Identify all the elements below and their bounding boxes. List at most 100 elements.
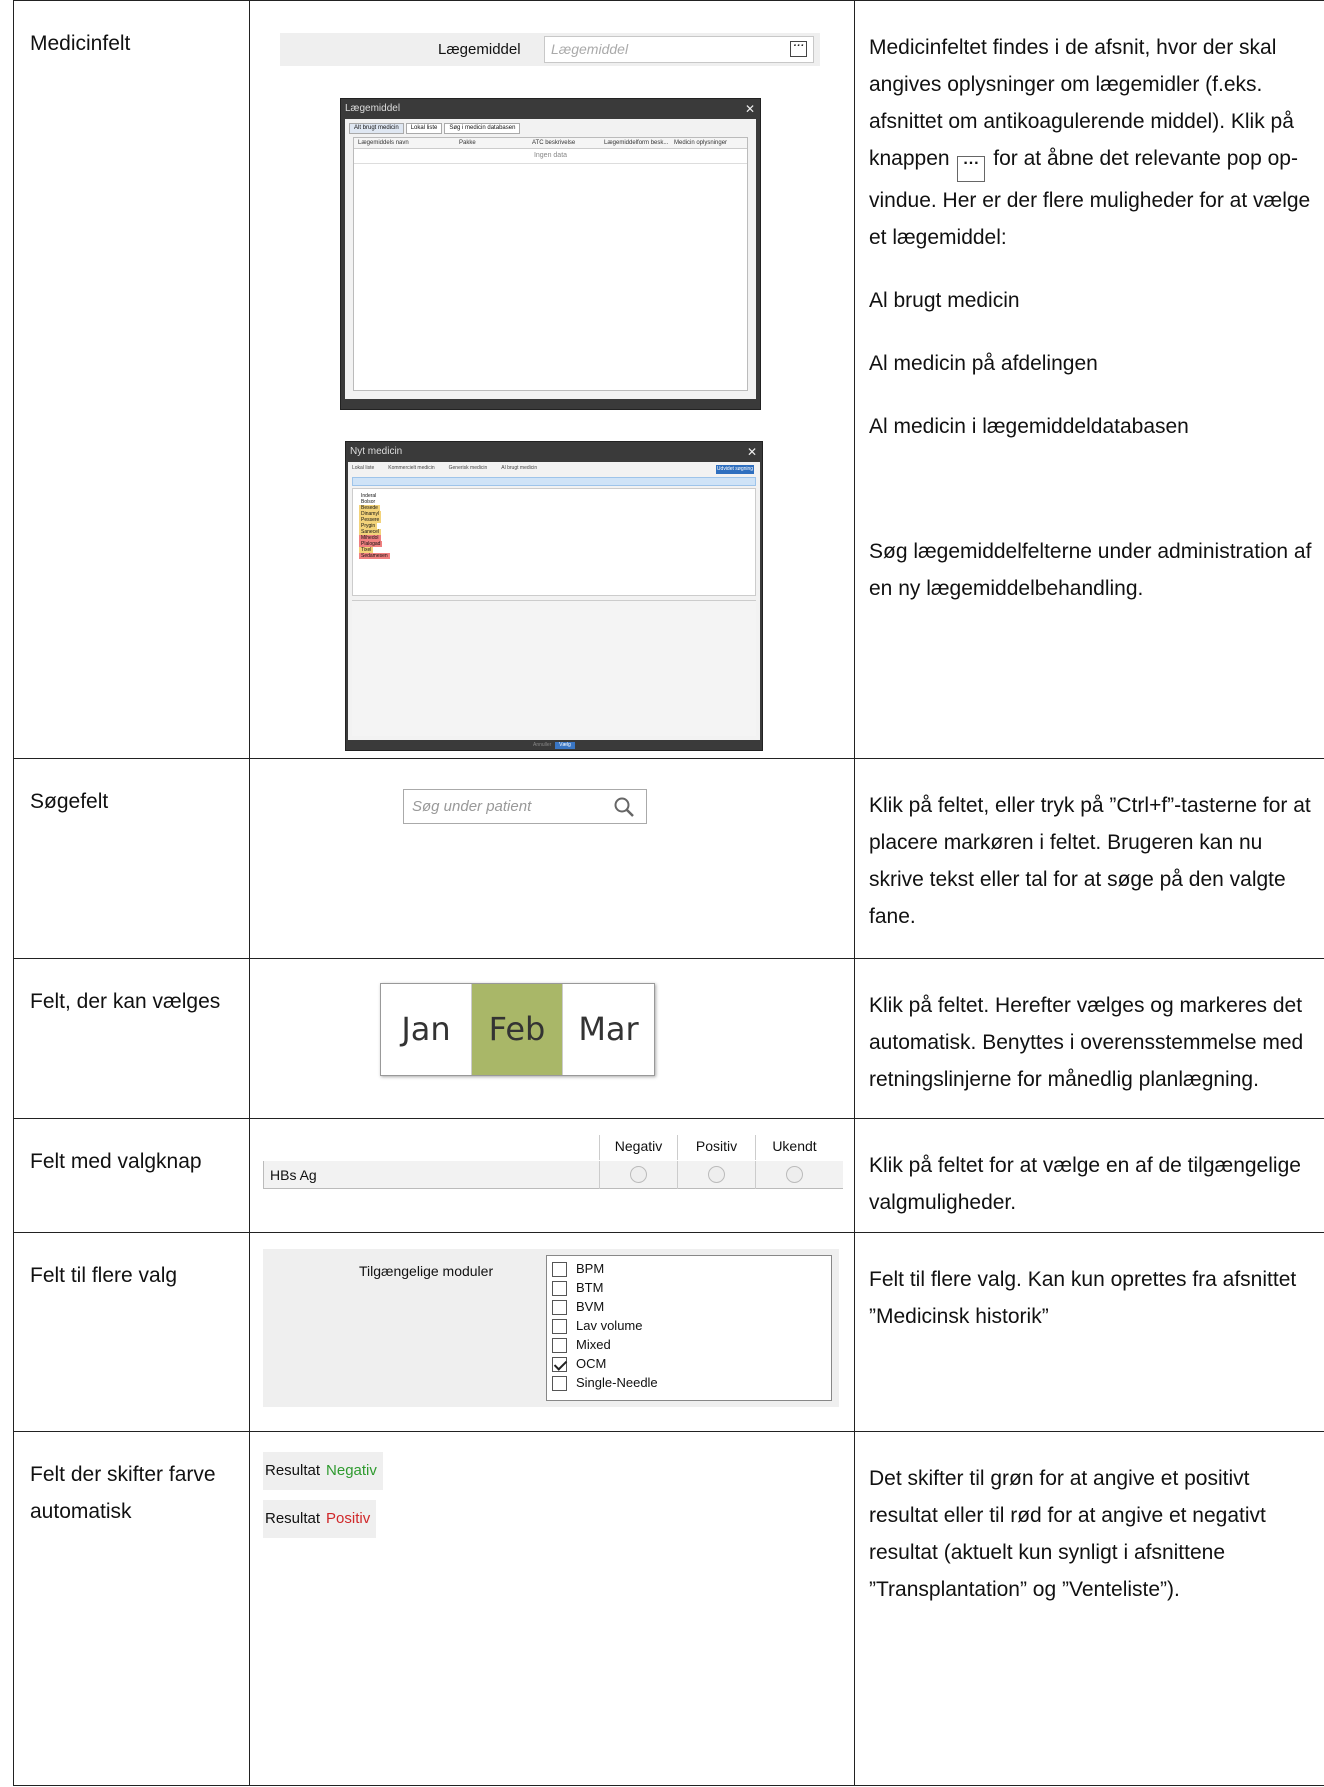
checkbox[interactable] <box>552 1375 567 1391</box>
medicine-popup-body: Alt brugt medicin Lokal liste Søg i medi… <box>345 119 756 399</box>
description: Felt til flere valg. Kan kun oprettes fr… <box>869 1268 1297 1328</box>
option-generic[interactable]: Generisk medicin <box>449 465 488 475</box>
option-lav-volume[interactable]: Lav volume <box>552 1317 642 1335</box>
option-ocm[interactable]: OCM <box>552 1355 606 1373</box>
option-label: BTM <box>576 1280 604 1295</box>
description: Klik på feltet for at vælge en af de til… <box>869 1154 1301 1214</box>
option-label: Single-Needle <box>576 1375 658 1390</box>
search-placeholder: Søg under patient <box>412 798 532 815</box>
option-single-needle[interactable]: Single-Needle <box>552 1374 658 1392</box>
column-positiv: Positiv <box>677 1135 755 1160</box>
row-label-cell: Medicinfelt <box>13 0 250 759</box>
medicine-details-area <box>352 600 756 736</box>
column-header[interactable]: Lægemiddelform besk... <box>604 138 668 149</box>
column-header[interactable]: Lægemiddels navn <box>358 138 409 149</box>
source-options: Lokal liste Kommercielt medicin Generisk… <box>352 465 537 475</box>
radio-group: Negativ Positiv Ukendt HBs Ag <box>263 1135 843 1194</box>
row-label: Felt, der kan vælges <box>30 990 221 1013</box>
table-row: Medicinfelt Lægemiddel Lægemiddel ··· Læ… <box>13 0 1324 759</box>
empty-message: Ingen data <box>354 149 747 164</box>
divider <box>599 1161 600 1189</box>
example-cell: Jan Feb Mar <box>249 958 855 1119</box>
option-bvm[interactable]: BVM <box>552 1298 604 1316</box>
table-row: Felt, der kan vælges Jan Feb Mar Klik på… <box>13 958 1324 1119</box>
month-jan[interactable]: Jan <box>381 984 472 1075</box>
medicine-grid: Lægemiddels navn Pakke ATC beskrivelse L… <box>353 137 748 391</box>
column-header[interactable]: ATC beskrivelse <box>532 138 575 149</box>
new-medicine-titlebar: Nyt medicin ✕ <box>346 442 762 462</box>
column-header[interactable]: Medicin oplysninger <box>674 138 727 149</box>
medicine-input[interactable]: Lægemiddel ··· <box>544 36 814 63</box>
example-cell: Resultat Negativ Resultat Positiv <box>249 1431 855 1786</box>
row-label: Felt der skifter farve automatisk <box>30 1463 216 1523</box>
medicine-field: Lægemiddel Lægemiddel ··· <box>280 33 820 66</box>
advanced-search-button[interactable]: Udvidet søgning <box>716 465 754 474</box>
field-types-table: Medicinfelt Lægemiddel Lægemiddel ··· Læ… <box>13 0 1324 1786</box>
column-ukendt: Ukendt <box>755 1135 833 1160</box>
example-cell: Søg under patient <box>249 758 855 959</box>
select-button[interactable]: Vælg <box>555 742 575 749</box>
divider <box>677 1161 678 1189</box>
search-input[interactable]: Søg under patient <box>403 789 647 824</box>
medicine-popup-titlebar: Lægemiddel ✕ <box>341 99 760 119</box>
tab-local-list[interactable]: Lokal liste <box>405 123 443 134</box>
multi-select-label: Tilgængelige moduler <box>359 1263 494 1279</box>
option-mixed[interactable]: Mixed <box>552 1336 611 1354</box>
description: Det skifter til grøn for at angive et po… <box>869 1467 1266 1601</box>
list-item[interactable]: Sedamesen <box>359 553 390 559</box>
document-page: Medicinfelt Lægemiddel Lægemiddel ··· Læ… <box>13 0 1324 1787</box>
medicine-grid-header: Lægemiddels navn Pakke ATC beskrivelse L… <box>354 138 747 149</box>
medicine-search-input[interactable] <box>352 477 756 486</box>
radio-row-label: HBs Ag <box>270 1167 317 1183</box>
option-commercial[interactable]: Kommercielt medicin <box>388 465 434 475</box>
medicine-input-placeholder: Lægemiddel <box>551 41 629 57</box>
radio-row: HBs Ag <box>263 1161 843 1189</box>
column-header[interactable]: Pakke <box>459 138 476 149</box>
option-all-used[interactable]: Al brugt medicin <box>501 465 537 475</box>
cancel-button[interactable]: Annuller <box>533 742 551 749</box>
month-mar[interactable]: Mar <box>563 984 654 1075</box>
checkbox-checked[interactable] <box>552 1356 567 1372</box>
close-icon[interactable]: ✕ <box>745 99 755 119</box>
module-list: BPM BTM BVM Lav volume Mixed OCM Single-… <box>546 1255 832 1401</box>
result-value-positive: Positiv <box>326 1510 371 1527</box>
table-row: Søgefelt Søg under patient Klik på felte… <box>13 758 1324 959</box>
result-label: Resultat <box>265 1510 321 1527</box>
close-icon[interactable]: ✕ <box>747 442 757 462</box>
row-label: Felt med valgknap <box>30 1150 202 1173</box>
option-label: Lav volume <box>576 1318 643 1333</box>
checkbox[interactable] <box>552 1261 567 1277</box>
checkbox[interactable] <box>552 1318 567 1334</box>
radio-header: Negativ Positiv Ukendt <box>263 1135 843 1160</box>
result-label: Resultat <box>265 1462 321 1479</box>
result-field: Resultat Positiv <box>263 1500 377 1538</box>
radio-positiv[interactable] <box>708 1166 725 1183</box>
medicine-popup-tabs: Alt brugt medicin Lokal liste Søg i medi… <box>349 123 522 134</box>
search-icon[interactable] <box>612 795 636 819</box>
tab-all-used-medicine[interactable]: Alt brugt medicin <box>349 123 404 134</box>
description-text: Al medicin på afdelingen <box>869 352 1098 375</box>
ellipsis-button[interactable]: ··· <box>790 41 807 57</box>
new-medicine-popup: Nyt medicin ✕ Lokal liste Kommercielt me… <box>345 441 763 751</box>
ellipsis-button-icon: ··· <box>957 156 986 182</box>
divider <box>755 1161 756 1189</box>
option-btm[interactable]: BTM <box>552 1279 603 1297</box>
result-field: Resultat Negativ <box>263 1452 383 1490</box>
checkbox[interactable] <box>552 1299 567 1315</box>
option-label: BPM <box>576 1261 605 1276</box>
month-selector: Jan Feb Mar <box>380 983 655 1076</box>
checkbox[interactable] <box>552 1337 567 1353</box>
multi-select-field: Tilgængelige moduler BPM BTM BVM Lav vol… <box>263 1249 839 1407</box>
checkbox[interactable] <box>552 1280 567 1296</box>
option-bpm[interactable]: BPM <box>552 1260 604 1278</box>
radio-negativ[interactable] <box>630 1166 647 1183</box>
table-row: Felt der skifter farve automatisk Result… <box>13 1431 1324 1786</box>
month-feb[interactable]: Feb <box>472 984 563 1075</box>
option-label: BVM <box>576 1299 605 1314</box>
radio-ukendt[interactable] <box>786 1166 803 1183</box>
description: Klik på feltet. Herefter vælges og marke… <box>869 994 1304 1091</box>
row-label: Medicinfelt <box>30 32 131 55</box>
tab-search-database[interactable]: Søg i medicin databasen <box>444 123 521 134</box>
description: Klik på feltet, eller tryk på ”Ctrl+f”-t… <box>869 794 1311 928</box>
option-local-list[interactable]: Lokal liste <box>352 465 374 475</box>
